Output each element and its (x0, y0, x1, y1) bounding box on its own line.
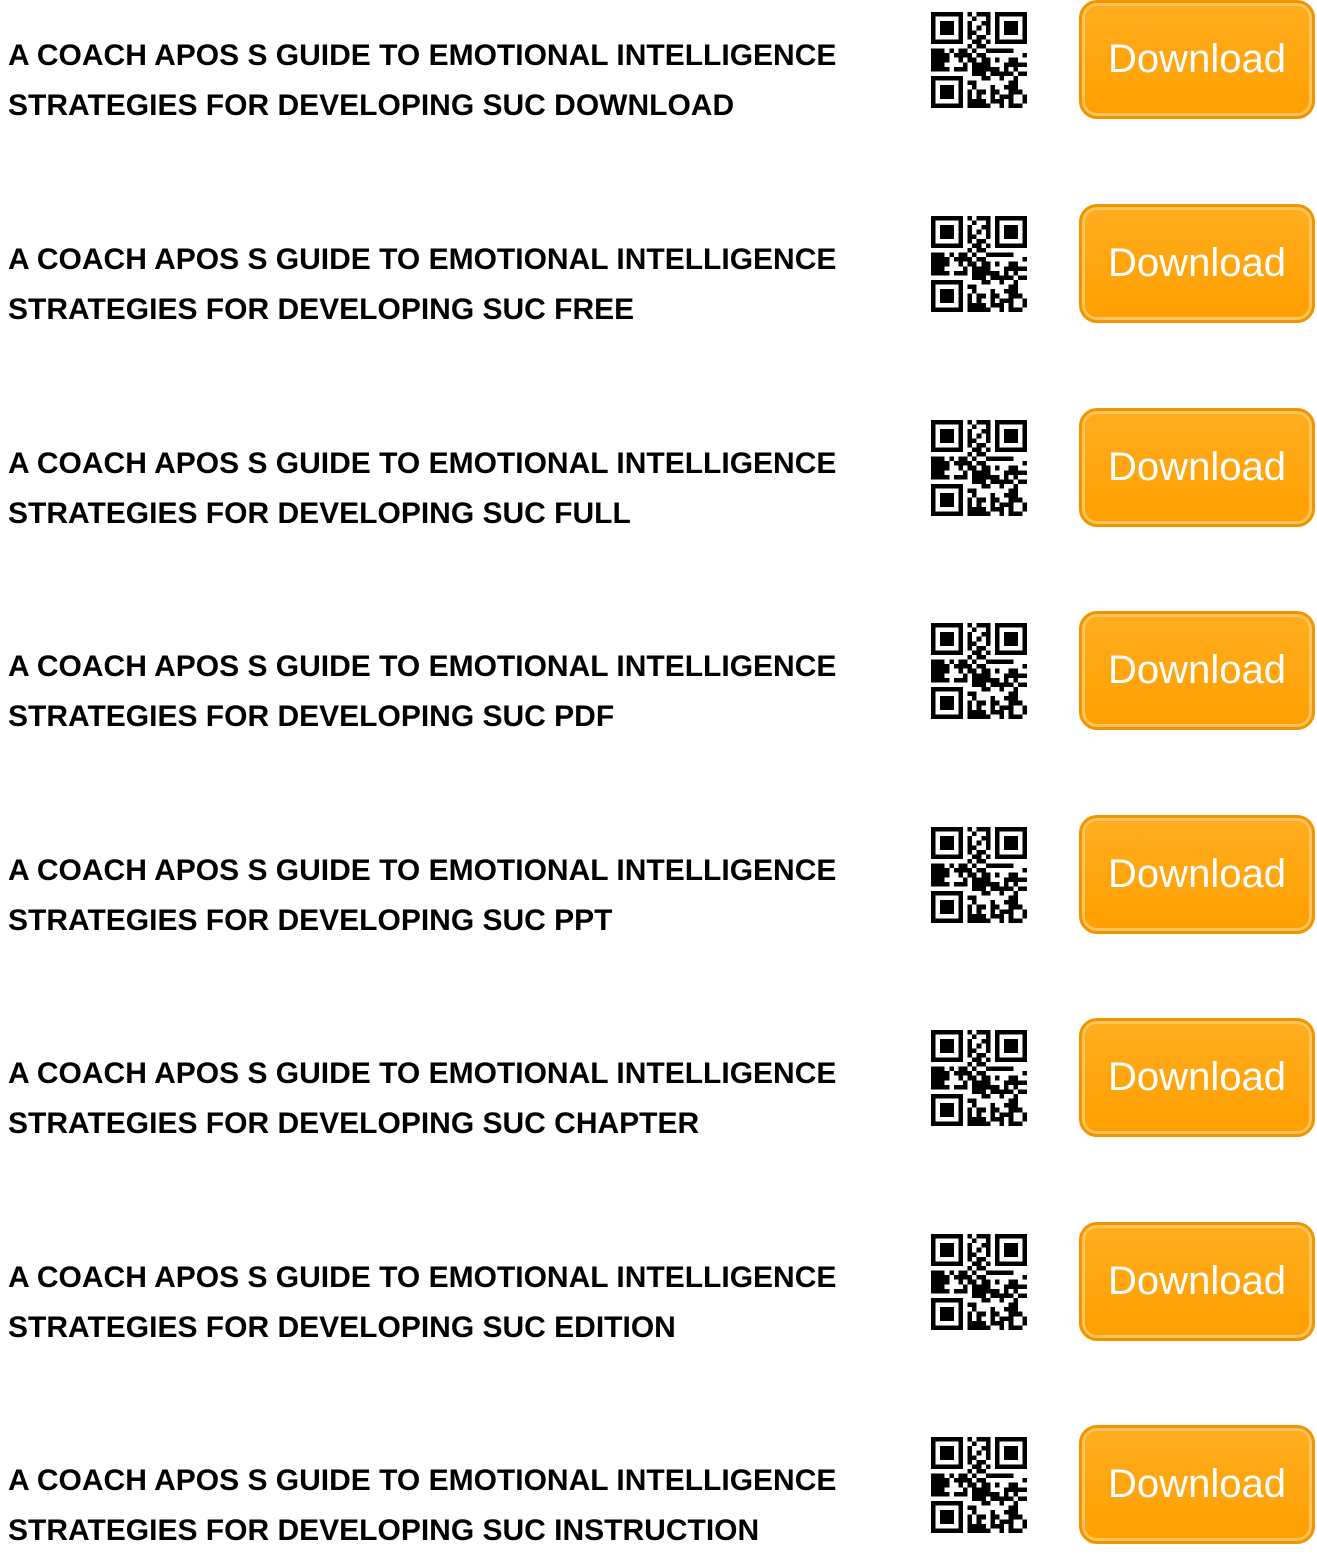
item-title: A COACH APOS S GUIDE TO EMOTIONAL INTELL… (8, 235, 908, 335)
item-title-line-1: A COACH APOS S GUIDE TO EMOTIONAL INTELL… (8, 1057, 837, 1090)
item-title: A COACH APOS S GUIDE TO EMOTIONAL INTELL… (8, 1049, 908, 1149)
item-title-line-1: A COACH APOS S GUIDE TO EMOTIONAL INTELL… (8, 1261, 837, 1294)
item-title: A COACH APOS S GUIDE TO EMOTIONAL INTELL… (8, 439, 908, 539)
download-button[interactable]: Download (1079, 408, 1315, 527)
download-button[interactable]: Download (1079, 1425, 1315, 1544)
download-button[interactable]: Download (1079, 1222, 1315, 1341)
item-title: A COACH APOS S GUIDE TO EMOTIONAL INTELL… (8, 846, 908, 946)
item-title-line-2: STRATEGIES FOR DEVELOPING SUC FREE (8, 293, 635, 326)
qr-code-icon (931, 216, 1027, 312)
qr-code-graphic (931, 216, 1027, 312)
item-title: A COACH APOS S GUIDE TO EMOTIONAL INTELL… (8, 1456, 908, 1556)
list-item: A COACH APOS S GUIDE TO EMOTIONAL INTELL… (0, 611, 1317, 733)
list-item: A COACH APOS S GUIDE TO EMOTIONAL INTELL… (0, 408, 1317, 530)
qr-code-icon (931, 1437, 1027, 1533)
qr-code-graphic (931, 1234, 1027, 1330)
item-title: A COACH APOS S GUIDE TO EMOTIONAL INTELL… (8, 31, 908, 131)
qr-code-graphic (931, 827, 1027, 923)
list-item: A COACH APOS S GUIDE TO EMOTIONAL INTELL… (0, 1222, 1317, 1344)
item-title-line-1: A COACH APOS S GUIDE TO EMOTIONAL INTELL… (8, 243, 837, 276)
item-title-line-2: STRATEGIES FOR DEVELOPING SUC CHAPTER (8, 1107, 700, 1140)
item-title: A COACH APOS S GUIDE TO EMOTIONAL INTELL… (8, 642, 908, 742)
qr-code-graphic (931, 12, 1027, 108)
item-title-line-1: A COACH APOS S GUIDE TO EMOTIONAL INTELL… (8, 447, 837, 480)
item-title: A COACH APOS S GUIDE TO EMOTIONAL INTELL… (8, 1253, 908, 1353)
qr-code-icon (931, 1234, 1027, 1330)
qr-code-graphic (931, 1030, 1027, 1126)
download-button[interactable]: Download (1079, 204, 1315, 323)
item-title-line-2: STRATEGIES FOR DEVELOPING SUC EDITION (8, 1311, 676, 1344)
qr-code-icon (931, 1030, 1027, 1126)
qr-code-icon (931, 420, 1027, 516)
item-title-line-2: STRATEGIES FOR DEVELOPING SUC DOWNLOAD (8, 89, 735, 122)
download-button[interactable]: Download (1079, 0, 1315, 119)
list-item: A COACH APOS S GUIDE TO EMOTIONAL INTELL… (0, 1018, 1317, 1140)
download-button[interactable]: Download (1079, 815, 1315, 934)
qr-code-graphic (931, 420, 1027, 516)
item-title-line-1: A COACH APOS S GUIDE TO EMOTIONAL INTELL… (8, 650, 837, 683)
item-title-line-1: A COACH APOS S GUIDE TO EMOTIONAL INTELL… (8, 39, 837, 72)
item-title-line-1: A COACH APOS S GUIDE TO EMOTIONAL INTELL… (8, 1464, 837, 1497)
download-button[interactable]: Download (1079, 611, 1315, 730)
item-title-line-2: STRATEGIES FOR DEVELOPING SUC FULL (8, 497, 631, 530)
item-title-line-2: STRATEGIES FOR DEVELOPING SUC INSTRUCTIO… (8, 1514, 760, 1547)
item-title-line-1: A COACH APOS S GUIDE TO EMOTIONAL INTELL… (8, 854, 837, 887)
qr-code-icon (931, 827, 1027, 923)
list-item: A COACH APOS S GUIDE TO EMOTIONAL INTELL… (0, 204, 1317, 326)
qr-code-icon (931, 623, 1027, 719)
qr-code-graphic (931, 1437, 1027, 1533)
item-title-line-2: STRATEGIES FOR DEVELOPING SUC PPT (8, 904, 613, 937)
download-button[interactable]: Download (1079, 1018, 1315, 1137)
list-item: A COACH APOS S GUIDE TO EMOTIONAL INTELL… (0, 815, 1317, 937)
list-item: A COACH APOS S GUIDE TO EMOTIONAL INTELL… (0, 1425, 1317, 1547)
qr-code-icon (931, 12, 1027, 108)
item-title-line-2: STRATEGIES FOR DEVELOPING SUC PDF (8, 700, 615, 733)
list-item: A COACH APOS S GUIDE TO EMOTIONAL INTELL… (0, 0, 1317, 122)
qr-code-graphic (931, 623, 1027, 719)
